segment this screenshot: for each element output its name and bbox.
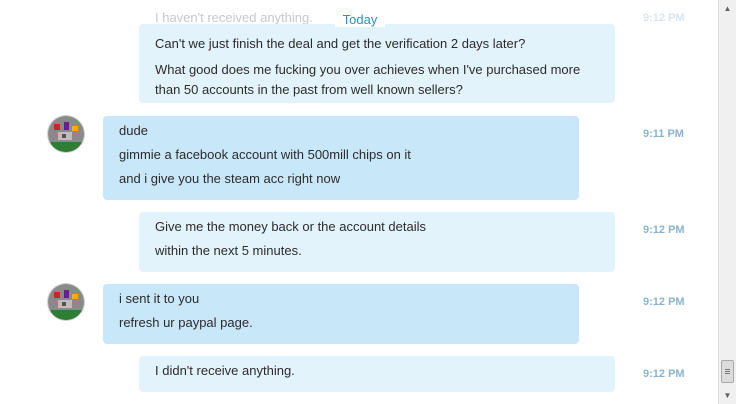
faded-previous-message: I haven't received anything. bbox=[155, 10, 313, 25]
message-text: Give me the money back or the account de… bbox=[155, 219, 426, 234]
contact-avatar[interactable] bbox=[48, 116, 84, 152]
chat-history: I haven't received anything. 9:12 PM Can… bbox=[0, 0, 718, 404]
avatar-image bbox=[48, 116, 84, 152]
message-bubble-outgoing: Give me the money back or the account de… bbox=[139, 212, 615, 272]
message-text: I didn't receive anything. bbox=[155, 363, 295, 378]
message-text: gimmie a facebook account with 500mill c… bbox=[119, 147, 411, 162]
message-bubble-outgoing: Can't we just finish the deal and get th… bbox=[139, 24, 615, 103]
message-bubble-outgoing: I didn't receive anything. bbox=[139, 356, 615, 392]
scrollbar-thumb[interactable] bbox=[721, 360, 734, 383]
message-timestamp: 9:12 PM bbox=[643, 296, 685, 308]
date-separator-today: Today bbox=[335, 12, 385, 27]
message-bubble-incoming: i sent it to you refresh ur paypal page. bbox=[103, 284, 579, 344]
vertical-scrollbar[interactable]: ▲ ▼ bbox=[718, 0, 736, 404]
scroll-up-arrow-icon[interactable]: ▲ bbox=[719, 0, 736, 17]
message-text: refresh ur paypal page. bbox=[119, 315, 253, 330]
message-timestamp: 9:12 PM bbox=[643, 224, 685, 236]
message-text: dude bbox=[119, 123, 148, 138]
avatar-image bbox=[48, 284, 84, 320]
message-timestamp: 9:12 PM bbox=[643, 368, 685, 380]
scroll-down-arrow-icon[interactable]: ▼ bbox=[719, 387, 736, 404]
contact-avatar[interactable] bbox=[48, 284, 84, 320]
message-text: Can't we just finish the deal and get th… bbox=[155, 36, 526, 51]
message-bubble-incoming: dude gimmie a facebook account with 500m… bbox=[103, 116, 579, 200]
message-timestamp: 9:11 PM bbox=[643, 128, 684, 140]
message-text: within the next 5 minutes. bbox=[155, 243, 302, 258]
faded-previous-time: 9:12 PM bbox=[643, 12, 685, 24]
message-text: and i give you the steam acc right now bbox=[119, 171, 341, 186]
message-text: What good does me fucking you over achie… bbox=[155, 62, 581, 97]
message-text: i sent it to you bbox=[119, 291, 200, 306]
